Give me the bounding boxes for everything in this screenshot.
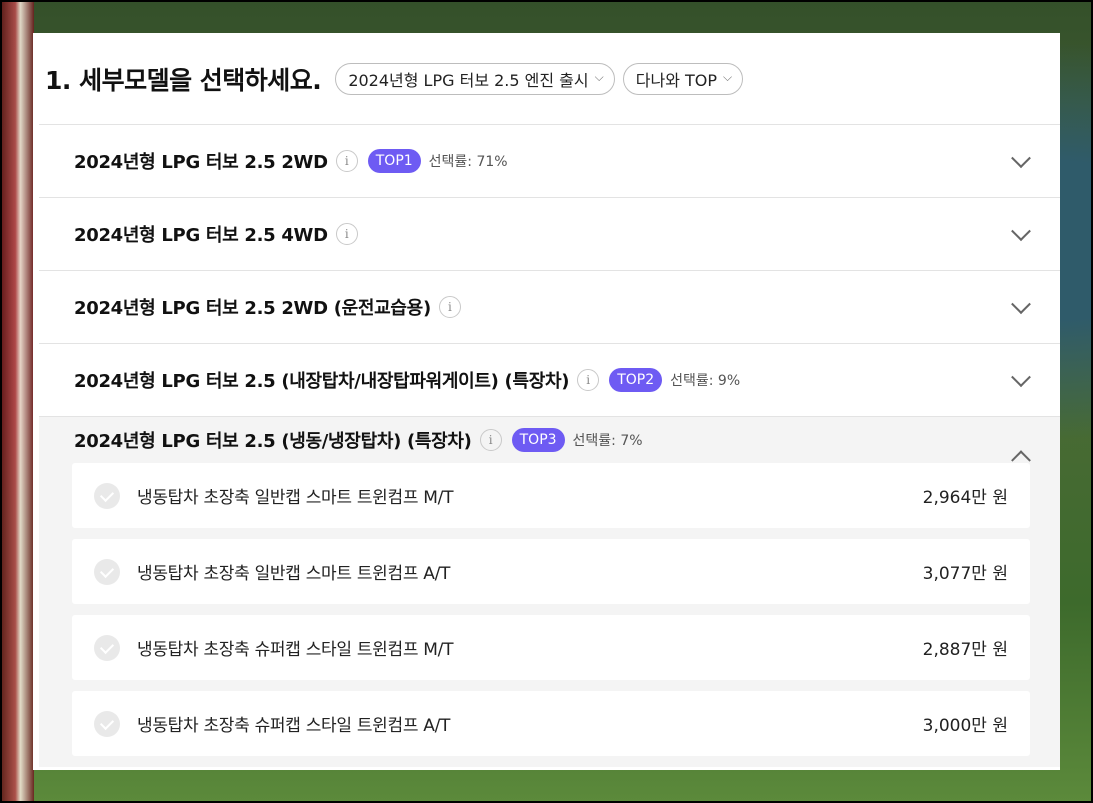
section-title: 1. 세부모델을 선택하세요. bbox=[45, 65, 322, 95]
info-icon[interactable]: i bbox=[479, 429, 502, 451]
model-name: 2024년형 LPG 터보 2.5 2WD bbox=[74, 152, 328, 173]
model-filter-dropdown[interactable]: 2024년형 LPG 터보 2.5 엔진 출시 ⌵ bbox=[335, 62, 615, 95]
model-name: 2024년형 LPG 터보 2.5 (냉동/냉장탑차) (특장차) bbox=[74, 431, 472, 452]
trim-name: 냉동탑차 초장축 슈퍼캡 스타일 트윈컴프 M/T bbox=[137, 640, 454, 660]
top-badge: TOP2 bbox=[609, 368, 663, 392]
trim-price: 2,887만 원 bbox=[922, 640, 1008, 660]
trim-price: 3,077만 원 bbox=[922, 564, 1008, 584]
model-row[interactable]: 2024년형 LPG 터보 2.5 4WD i bbox=[39, 197, 1060, 270]
chevron-down-icon[interactable] bbox=[1011, 367, 1031, 388]
trim-option-list: 냉동탑차 초장축 일반캡 스마트 트윈컴프 M/T 2,964만 원 냉동탑차 … bbox=[39, 463, 1060, 767]
model-name: 2024년형 LPG 터보 2.5 (내장탑차/내장탑파워게이트) (특장차) bbox=[74, 371, 570, 392]
selection-rate: 선택률: 71% bbox=[428, 154, 508, 170]
check-icon[interactable] bbox=[94, 558, 120, 585]
sort-filter-dropdown[interactable]: 다나와 TOP ⌵ bbox=[622, 62, 744, 95]
trim-name: 냉동탑차 초장축 슈퍼캡 스타일 트윈컴프 A/T bbox=[137, 716, 451, 736]
check-icon[interactable] bbox=[94, 634, 120, 661]
info-icon[interactable]: i bbox=[335, 223, 358, 245]
trim-option[interactable]: 냉동탑차 초장축 슈퍼캡 스타일 트윈컴프 A/T 3,000만 원 bbox=[72, 691, 1030, 756]
model-row[interactable]: 2024년형 LPG 터보 2.5 (내장탑차/내장탑파워게이트) (특장차) … bbox=[39, 343, 1060, 416]
model-filter-label: 2024년형 LPG 터보 2.5 엔진 출시 bbox=[348, 70, 589, 90]
model-row-expanded: 2024년형 LPG 터보 2.5 (냉동/냉장탑차) (특장차) i TOP3… bbox=[39, 416, 1060, 767]
model-name: 2024년형 LPG 터보 2.5 2WD (운전교습용) bbox=[74, 298, 431, 319]
chevron-down-icon: ⌵ bbox=[594, 70, 604, 84]
model-row-header[interactable]: 2024년형 LPG 터보 2.5 (냉동/냉장탑차) (특장차) i TOP3… bbox=[39, 417, 1060, 471]
trim-name: 냉동탑차 초장축 일반캡 스마트 트윈컴프 M/T bbox=[137, 488, 454, 508]
check-icon[interactable] bbox=[94, 710, 120, 737]
chevron-down-icon: ⌵ bbox=[723, 70, 733, 84]
sort-filter-label: 다나와 TOP bbox=[635, 70, 718, 90]
info-icon[interactable]: i bbox=[577, 369, 600, 391]
top-badge: TOP1 bbox=[367, 149, 421, 173]
chevron-down-icon[interactable] bbox=[1011, 221, 1031, 242]
chevron-down-icon[interactable] bbox=[1011, 294, 1031, 315]
info-icon[interactable]: i bbox=[438, 296, 461, 318]
trim-option[interactable]: 냉동탑차 초장축 슈퍼캡 스타일 트윈컴프 M/T 2,887만 원 bbox=[72, 615, 1030, 680]
info-icon[interactable]: i bbox=[335, 150, 358, 172]
section-header: 1. 세부모델을 선택하세요. 2024년형 LPG 터보 2.5 엔진 출시 … bbox=[33, 33, 1060, 124]
trim-option[interactable]: 냉동탑차 초장축 일반캡 스마트 트윈컴프 M/T 2,964만 원 bbox=[72, 463, 1030, 528]
trim-price: 2,964만 원 bbox=[922, 488, 1008, 508]
trim-option[interactable]: 냉동탑차 초장축 일반캡 스마트 트윈컴프 A/T 3,077만 원 bbox=[72, 539, 1030, 604]
model-name: 2024년형 LPG 터보 2.5 4WD bbox=[74, 225, 328, 246]
check-icon[interactable] bbox=[94, 482, 120, 509]
model-list: 2024년형 LPG 터보 2.5 2WD i TOP1 선택률: 71% 20… bbox=[39, 124, 1060, 767]
top-badge: TOP3 bbox=[511, 428, 565, 452]
model-select-panel: 1. 세부모델을 선택하세요. 2024년형 LPG 터보 2.5 엔진 출시 … bbox=[33, 33, 1060, 770]
model-row[interactable]: 2024년형 LPG 터보 2.5 2WD (운전교습용) i bbox=[39, 270, 1060, 343]
trim-price: 3,000만 원 bbox=[922, 716, 1008, 736]
model-row[interactable]: 2024년형 LPG 터보 2.5 2WD i TOP1 선택률: 71% bbox=[39, 124, 1060, 197]
chevron-down-icon[interactable] bbox=[1011, 148, 1031, 169]
trim-name: 냉동탑차 초장축 일반캡 스마트 트윈컴프 A/T bbox=[137, 564, 451, 584]
selection-rate: 선택률: 7% bbox=[572, 433, 643, 449]
selection-rate: 선택률: 9% bbox=[670, 373, 741, 389]
